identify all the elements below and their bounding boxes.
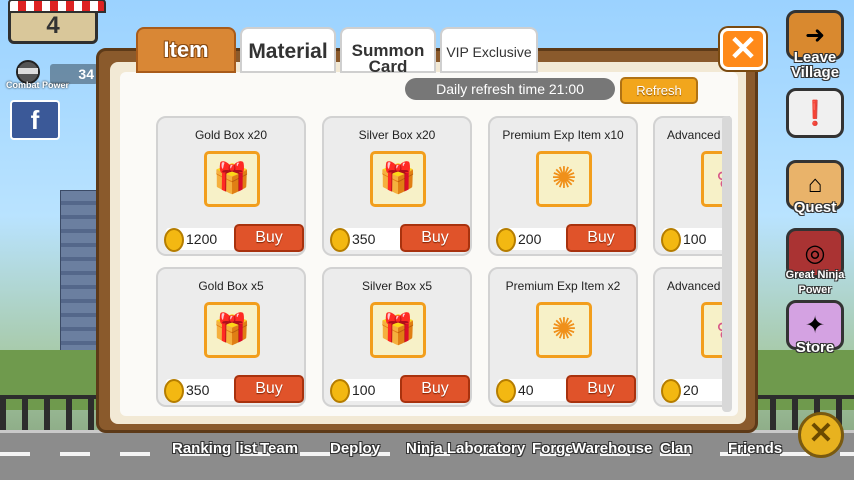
shop-item-card: Gold Box x5 🎁 350 Buy: [156, 267, 306, 407]
silver-chest-icon: 🎁: [370, 302, 426, 358]
item-name: Gold Box x20: [194, 128, 268, 142]
shop-item-card: Advanced ❀ 20: [653, 267, 730, 407]
shop-item-grid: Gold Box x20 🎁 1200 Buy Silver Box x20 🎁…: [150, 116, 730, 412]
item-price: 100: [683, 231, 707, 247]
player-level: 4: [46, 12, 60, 39]
store-button[interactable]: ✦ Store: [782, 300, 848, 355]
facebook-button[interactable]: f: [10, 100, 60, 140]
item-name: Silver Box x20: [358, 128, 436, 142]
buy-button[interactable]: Buy: [400, 224, 470, 252]
nav-ninja-laboratory[interactable]: Ninja Laboratory: [406, 440, 525, 457]
coin-icon: [496, 228, 516, 252]
item-price: 200: [518, 231, 542, 247]
silver-chest-icon: 🎁: [370, 151, 426, 207]
quest-button[interactable]: ⌂ Quest: [782, 160, 848, 215]
tab-vip-exclusive-label: VIP Exclusive: [446, 44, 532, 60]
gold-chest-icon: 🎁: [204, 302, 260, 358]
item-name: Gold Box x5: [198, 279, 264, 293]
item-name: Advanced: [667, 128, 721, 142]
close-icon: ✕: [808, 417, 834, 450]
shop-item-card: Advanced ❀ 100: [653, 116, 730, 256]
tab-material-label: Material: [248, 40, 328, 63]
buy-button[interactable]: Buy: [566, 375, 636, 403]
nav-clan[interactable]: Clan: [660, 440, 693, 457]
item-price: 20: [683, 382, 699, 398]
tab-item-label: Item: [163, 37, 209, 62]
coin-icon: [164, 228, 184, 252]
dialog-close-button[interactable]: ✕: [720, 28, 766, 70]
coin-icon: [330, 228, 350, 252]
coin-icon: [330, 379, 350, 403]
shop-item-card: Silver Box x5 🎁 100 Buy: [322, 267, 472, 407]
nav-ranking-list[interactable]: Ranking list: [172, 440, 257, 457]
bottom-nav: Ranking list Team Deploy Ninja Laborator…: [0, 432, 854, 480]
ninja-alert-icon: ❗: [786, 88, 844, 138]
item-price: 1200: [186, 231, 218, 247]
nav-warehouse[interactable]: Warehouse: [572, 440, 652, 457]
buy-button[interactable]: Buy: [566, 224, 636, 252]
close-icon: ✕: [728, 30, 758, 68]
item-price: 100: [352, 382, 376, 398]
nav-deploy[interactable]: Deploy: [330, 440, 380, 457]
facebook-icon: f: [30, 105, 40, 135]
shop-item-card: Gold Box x20 🎁 1200 Buy: [156, 116, 306, 256]
item-name: Advanced: [667, 279, 721, 293]
shop-item-card: Premium Exp Item x2 ✺ 40 Buy: [488, 267, 638, 407]
great-ninja-button[interactable]: ◎ Great Ninja Power: [782, 228, 848, 298]
buy-button[interactable]: Buy: [400, 375, 470, 403]
refresh-button[interactable]: Refresh: [620, 77, 698, 104]
exp-scroll-icon: ✺: [536, 302, 592, 358]
leave-village-button[interactable]: ➜ Leave Village: [782, 10, 848, 80]
item-grid-scrollbar[interactable]: [722, 116, 732, 412]
coin-icon: [661, 379, 681, 403]
shop-item-card: Premium Exp Item x10 ✺ 200 Buy: [488, 116, 638, 256]
ninja-task-button[interactable]: ❗: [782, 88, 848, 138]
great-ninja-label: Great Ninja Power: [785, 269, 845, 296]
tab-item[interactable]: Item: [136, 27, 236, 73]
item-name: Premium Exp Item x10: [502, 128, 624, 142]
gold-chest-icon: 🎁: [204, 151, 260, 207]
quest-label: Quest: [793, 199, 837, 216]
leave-village-label: Leave Village: [790, 49, 840, 81]
refresh-time-info: Daily refresh time 21:00: [405, 78, 615, 100]
coin-icon: [164, 379, 184, 403]
item-name: Silver Box x5: [361, 279, 433, 293]
background-building: [60, 190, 100, 360]
coin-icon: [496, 379, 516, 403]
nav-team[interactable]: Team: [260, 440, 298, 457]
player-level-badge: 4: [8, 0, 106, 44]
coin-icon: [661, 228, 681, 252]
tab-vip-exclusive[interactable]: VIP Exclusive: [440, 27, 538, 73]
buy-button[interactable]: Buy: [234, 224, 304, 252]
tab-material[interactable]: Material: [240, 27, 336, 73]
nav-friends[interactable]: Friends: [728, 440, 782, 457]
combat-power-value: 34: [50, 64, 98, 84]
tab-summon-card-label: Summon Card: [351, 41, 425, 76]
store-label: Store: [795, 339, 835, 356]
item-price: 40: [518, 382, 534, 398]
exp-scroll-icon: ✺: [536, 151, 592, 207]
nav-forge[interactable]: Forge: [532, 440, 574, 457]
shop-item-card: Silver Box x20 🎁 350 Buy: [322, 116, 472, 256]
buy-button[interactable]: Buy: [234, 375, 304, 403]
hud-close-button[interactable]: ✕: [798, 412, 844, 458]
tab-summon-card[interactable]: Summon Card: [340, 27, 436, 76]
item-price: 350: [186, 382, 210, 398]
item-price: 350: [352, 231, 376, 247]
item-name: Premium Exp Item x2: [505, 279, 621, 293]
